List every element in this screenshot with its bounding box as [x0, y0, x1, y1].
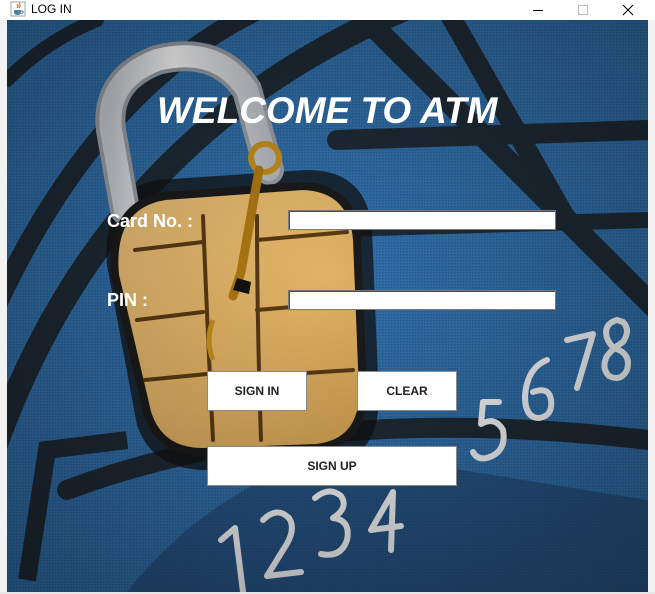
welcome-heading: WELCOME TO ATM — [157, 90, 498, 131]
minimize-icon — [533, 10, 543, 11]
login-panel: WELCOME TO ATM Card No. : PIN : SIGN IN … — [7, 20, 648, 592]
sign-in-button[interactable]: SIGN IN — [207, 371, 307, 411]
close-button[interactable] — [605, 0, 650, 20]
pin-input[interactable] — [288, 290, 556, 310]
close-icon — [622, 4, 634, 16]
pin-label: PIN : — [107, 290, 149, 310]
java-cup-icon[interactable] — [10, 1, 26, 17]
minimize-button[interactable] — [515, 0, 560, 20]
window-frame-right — [648, 20, 655, 594]
window-title: LOG IN — [31, 2, 72, 16]
maximize-button[interactable] — [560, 0, 605, 20]
card-number-input[interactable] — [288, 210, 556, 230]
title-bar: LOG IN — [0, 0, 655, 20]
window-frame-left — [0, 20, 7, 594]
clear-button[interactable]: CLEAR — [357, 371, 457, 411]
sign-up-button[interactable]: SIGN UP — [207, 446, 457, 486]
card-number-label: Card No. : — [107, 211, 194, 231]
maximize-icon — [578, 5, 588, 15]
